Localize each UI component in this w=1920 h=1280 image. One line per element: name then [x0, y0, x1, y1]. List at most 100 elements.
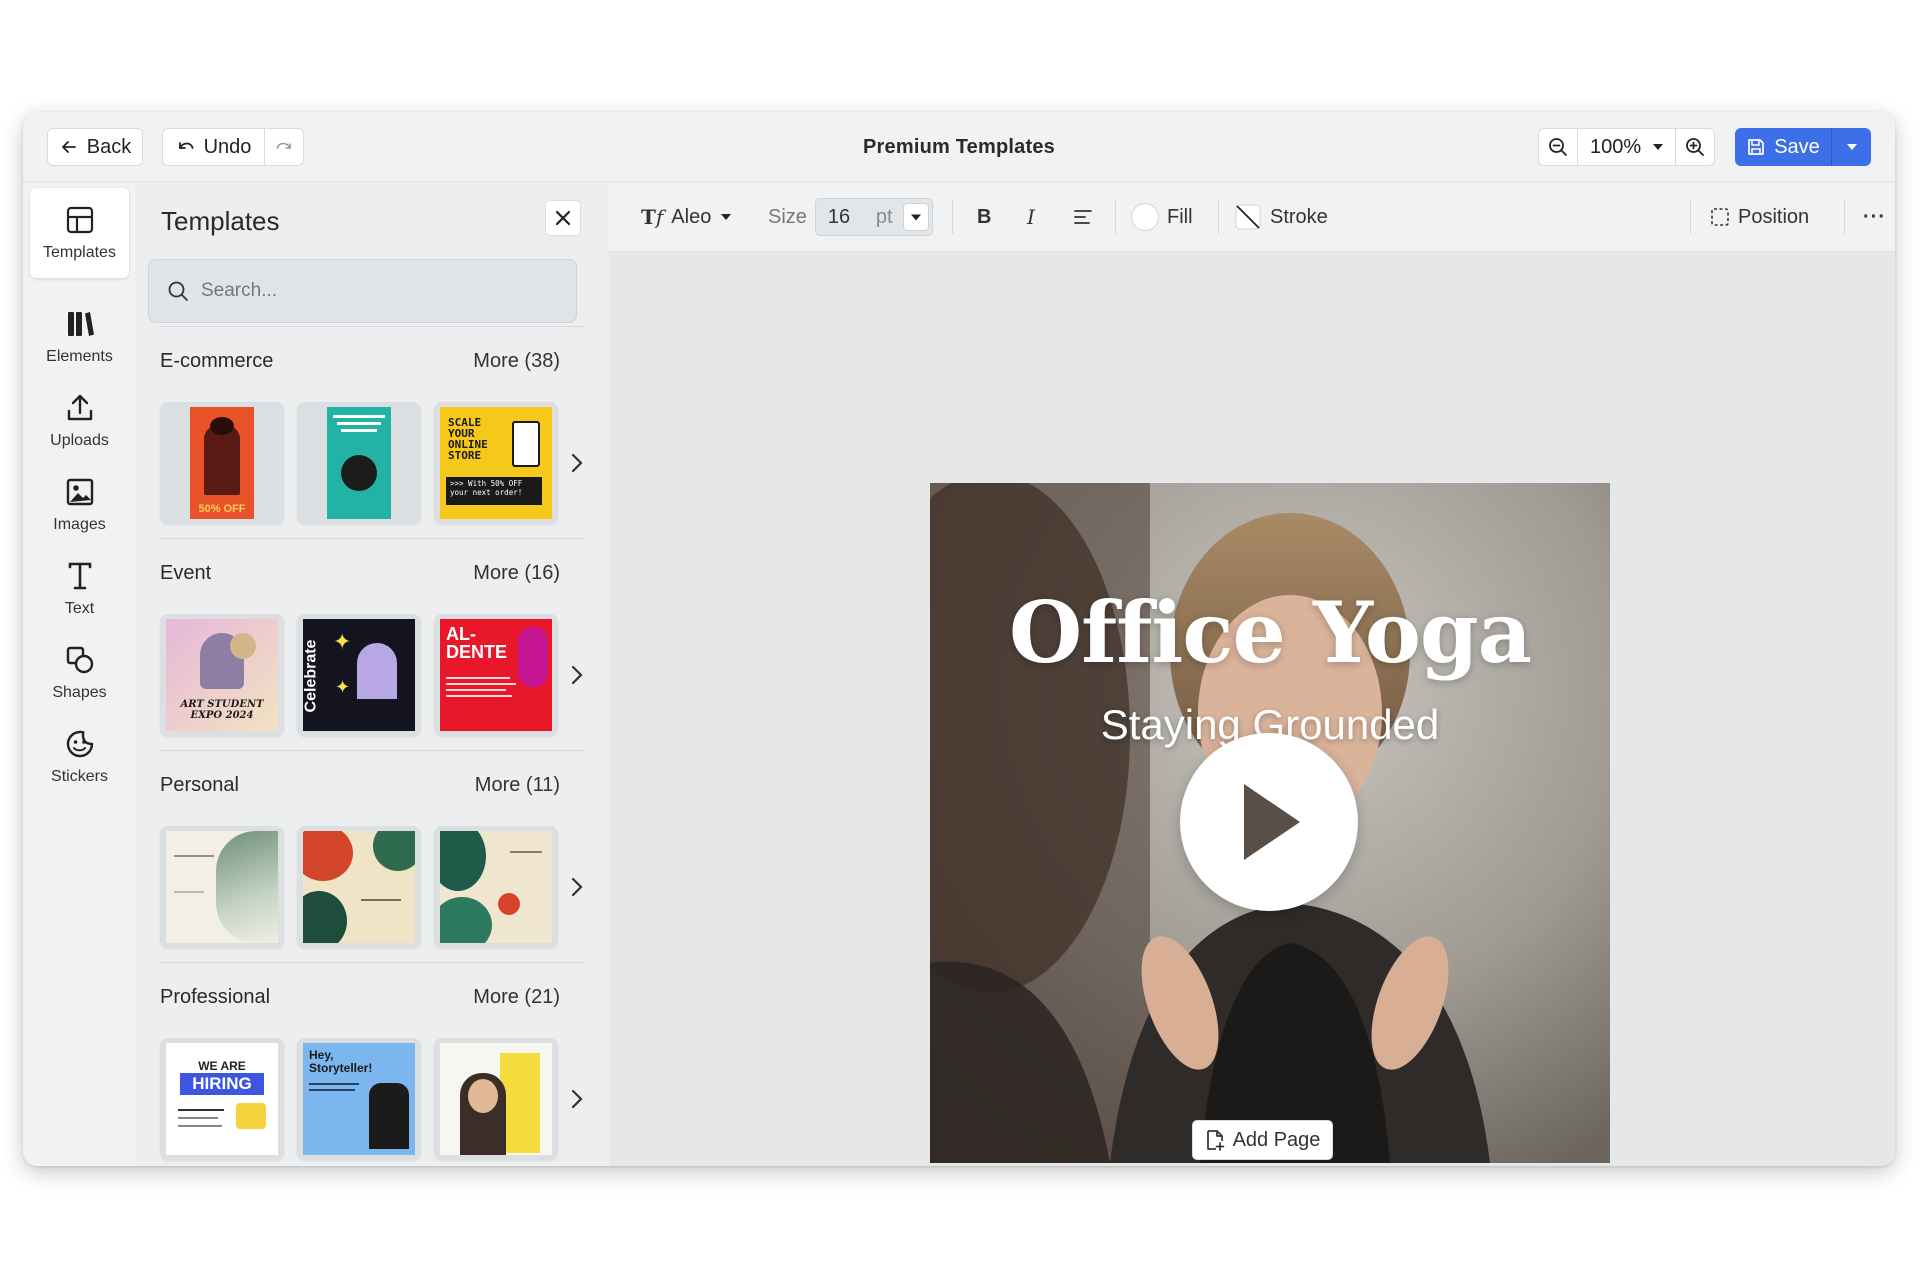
thumb-text: AL- DENTE	[446, 624, 508, 662]
undo-icon	[178, 142, 193, 149]
add-page-button[interactable]: Add Page	[1192, 1120, 1333, 1160]
position-icon	[1711, 208, 1729, 226]
size-control: Size 16 pt	[768, 182, 933, 252]
align-button[interactable]	[1073, 182, 1093, 252]
template-thumb[interactable]: Hey, Storyteller!	[297, 1038, 421, 1160]
search-placeholder: Search...	[201, 280, 278, 301]
text-icon	[68, 562, 91, 590]
thumb-text: SCALE YOUR ONLINE STORE	[448, 416, 488, 462]
close-panel-button[interactable]	[545, 200, 581, 236]
thumb-text: Hey, Storyteller!	[309, 1048, 373, 1075]
section-more-link[interactable]: More (11)	[475, 774, 560, 797]
template-thumb[interactable]: Celebrate ✦ ✦	[297, 614, 421, 736]
fill-button[interactable]: Fill	[1131, 182, 1193, 252]
template-preview	[440, 1043, 552, 1155]
section-more-link[interactable]: More (21)	[473, 986, 560, 1009]
template-thumb[interactable]: ART STUDENT EXPO 2024	[160, 614, 284, 736]
thumb-text: HIRING	[180, 1073, 264, 1095]
rail-item-elements[interactable]: Elements	[30, 292, 129, 382]
save-icon	[1748, 139, 1765, 155]
design-page[interactable]: Office Yoga Staying Grounded	[930, 483, 1610, 1163]
template-thumb[interactable]: 50% OFF	[160, 402, 284, 524]
zoom-select[interactable]: 100%	[1577, 129, 1676, 165]
font-size-input[interactable]: 16 pt	[814, 198, 933, 236]
scroll-right-button[interactable]	[565, 1084, 589, 1114]
template-preview: SCALE YOUR ONLINE STORE >>> With 50% OFF…	[440, 407, 552, 519]
stroke-button[interactable]: Stroke	[1234, 182, 1328, 252]
font-name: Aleo	[671, 205, 712, 228]
align-left-icon	[1074, 210, 1092, 224]
undo-label: Undo	[203, 135, 252, 158]
section-more-link[interactable]: More (38)	[473, 350, 560, 373]
chevron-down-icon	[721, 214, 732, 220]
redo-icon	[276, 142, 291, 149]
rail-label: Shapes	[52, 684, 107, 701]
template-preview: WE ARE HIRING	[166, 1043, 278, 1155]
section-more-link[interactable]: More (16)	[473, 562, 560, 585]
position-button[interactable]: Position	[1710, 182, 1809, 252]
top-bar: Back Undo Premium Templates 100% Save	[23, 112, 1895, 182]
more-options-button[interactable]: ···	[1863, 182, 1886, 252]
template-thumb[interactable]: SCALE YOUR ONLINE STORE >>> With 50% OFF…	[434, 402, 558, 524]
thumb-text: >>> With 50% OFF your next order!	[446, 477, 542, 505]
more-icon: ···	[1863, 205, 1886, 228]
chevron-down-icon	[1846, 144, 1857, 150]
add-page-label: Add Page	[1232, 1128, 1321, 1151]
template-thumb[interactable]	[297, 402, 421, 524]
play-button[interactable]	[1180, 733, 1358, 911]
font-size-dropdown[interactable]	[902, 203, 929, 231]
redo-button[interactable]	[264, 128, 304, 166]
template-preview: AL- DENTE	[440, 619, 552, 731]
rail-item-images[interactable]: Images	[30, 460, 129, 550]
template-thumb[interactable]	[297, 826, 421, 948]
rail-label: Elements	[46, 348, 113, 365]
scroll-right-button[interactable]	[565, 872, 589, 902]
zoom-value: 100%	[1590, 135, 1642, 158]
section-personal-header: Personal More (11)	[160, 774, 560, 797]
rail-item-text[interactable]: Text	[30, 544, 129, 634]
rail-item-uploads[interactable]: Uploads	[30, 376, 129, 466]
template-thumb[interactable]: AL- DENTE	[434, 614, 558, 736]
zoom-control: 100%	[1538, 128, 1715, 166]
scroll-right-button[interactable]	[565, 448, 589, 478]
rail-item-templates[interactable]: Templates	[30, 188, 129, 278]
bold-button[interactable]: B	[977, 182, 991, 252]
font-select[interactable]: Tf Aleo	[641, 182, 733, 252]
thumb-text: WE ARE	[198, 1059, 246, 1073]
design-title[interactable]: Office Yoga	[930, 583, 1610, 682]
thumb-text: Celebrate	[303, 639, 320, 713]
template-preview	[327, 407, 391, 519]
thumb-row-personal	[160, 826, 580, 948]
rail-item-stickers[interactable]: Stickers	[30, 712, 129, 802]
save-button[interactable]: Save	[1735, 128, 1831, 166]
zoom-in-button[interactable]	[1676, 129, 1714, 165]
search-input[interactable]: Search...	[148, 259, 577, 323]
zoom-out-button[interactable]	[1539, 129, 1577, 165]
thumb-row-professional: WE ARE HIRING Hey, Storyteller!	[160, 1038, 580, 1160]
fill-swatch-icon	[1131, 203, 1159, 231]
divider	[1115, 200, 1116, 234]
scroll-right-button[interactable]	[565, 660, 589, 690]
rail-item-shapes[interactable]: Shapes	[30, 628, 129, 718]
rail-label: Images	[53, 516, 106, 533]
save-options-button[interactable]	[1831, 128, 1871, 166]
left-rail: Templates Elements Uploads Images Text S…	[23, 182, 135, 1166]
position-label: Position	[1738, 205, 1810, 228]
section-title: Personal	[160, 774, 239, 796]
zoom-in-icon	[1686, 138, 1704, 156]
section-title: Professional	[160, 986, 271, 1008]
template-thumb[interactable]: WE ARE HIRING	[160, 1038, 284, 1160]
section-professional-header: Professional More (21)	[160, 986, 560, 1009]
thumb-text: 50% OFF	[198, 503, 246, 515]
italic-button[interactable]: I	[1027, 182, 1035, 252]
template-thumb[interactable]	[434, 826, 558, 948]
divider	[1844, 200, 1845, 234]
undo-button[interactable]: Undo	[162, 128, 265, 166]
divider	[160, 538, 585, 539]
template-thumb[interactable]	[434, 1038, 558, 1160]
template-thumb[interactable]	[160, 826, 284, 948]
thumb-row-ecommerce: 50% OFF SCALE YOUR ONLINE STORE >>> With…	[160, 402, 580, 524]
stroke-none-icon	[1235, 204, 1261, 230]
back-button[interactable]: Back	[47, 128, 143, 166]
template-preview	[440, 831, 552, 943]
